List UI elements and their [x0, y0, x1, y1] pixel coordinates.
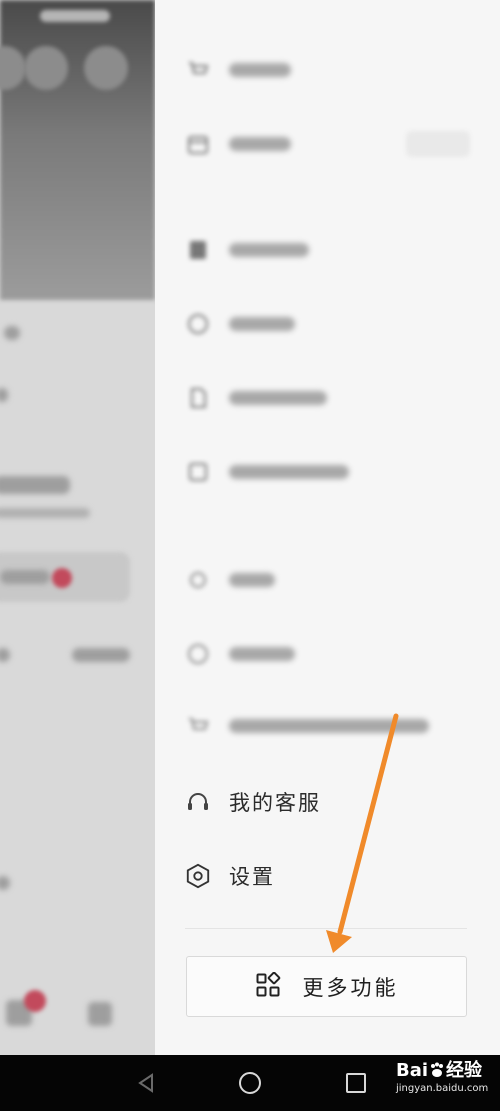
blurred-label: [229, 63, 291, 77]
chat-icon: [185, 641, 211, 667]
grid-apps-icon: [255, 971, 281, 1002]
calendar-icon: [185, 131, 211, 157]
circle-icon: [185, 311, 211, 337]
menu-item-blurred[interactable]: [185, 50, 485, 90]
menu-item-label: 设置: [229, 865, 275, 889]
headset-icon: [185, 789, 211, 815]
menu-item-blurred[interactable]: [185, 706, 485, 746]
tab-icon: [88, 1002, 112, 1026]
menu-item-blurred[interactable]: [185, 230, 485, 270]
blurred-text: [72, 648, 130, 662]
blurred-label: [229, 573, 275, 587]
document-icon: [185, 385, 211, 411]
more-features-button[interactable]: 更多功能: [186, 956, 467, 1017]
menu-item-customer-service[interactable]: 我的客服: [185, 782, 485, 822]
blurred-label: [229, 391, 327, 405]
watermark-brand-suffix: 经验: [446, 1060, 483, 1081]
blurred-label: [229, 317, 295, 331]
menu-item-blurred[interactable]: [185, 304, 485, 344]
bottom-tab-bar: [0, 960, 155, 1055]
recents-square-icon[interactable]: [344, 1071, 368, 1095]
notification-dot: [52, 568, 72, 588]
divider: [185, 928, 467, 929]
blurred-text: [0, 648, 10, 662]
baidu-jingyan-watermark: Bai 经验 jingyan.baidu.com: [396, 1060, 492, 1108]
blurred-text: [4, 326, 20, 340]
blurred-text: [0, 570, 50, 584]
watermark-url: jingyan.baidu.com: [396, 1083, 489, 1094]
hexagon-settings-icon: [185, 863, 211, 889]
background-app-content: [0, 0, 155, 1055]
blurred-badge: [406, 131, 470, 157]
profile-header-background: [0, 0, 155, 300]
cart-icon: [185, 713, 211, 739]
menu-item-label: 我的客服: [229, 791, 321, 815]
blurred-label: [229, 243, 309, 257]
blurred-label: [229, 647, 295, 661]
menu-item-blurred[interactable]: [185, 560, 485, 600]
paw-icon: [428, 1062, 446, 1078]
blurred-subtitle: [0, 508, 90, 518]
blurred-text: [0, 388, 8, 402]
book-icon: [185, 237, 211, 263]
header-circle-icon: [84, 46, 128, 90]
blurred-label: [229, 465, 349, 479]
blurred-label: [229, 719, 429, 733]
menu-item-blurred[interactable]: [185, 378, 485, 418]
cart-icon: [185, 57, 211, 83]
watermark-brand: Bai: [396, 1060, 429, 1081]
side-drawer-menu: 我的客服 设置 更多功能: [155, 0, 500, 1055]
status-bar: [40, 10, 110, 22]
menu-item-blurred[interactable]: [185, 634, 485, 674]
header-circle-icon: [24, 46, 68, 90]
more-features-label: 更多功能: [302, 975, 399, 1000]
menu-item-blurred[interactable]: [185, 452, 485, 492]
star-icon: [185, 567, 211, 593]
blurred-label: [229, 137, 291, 151]
blurred-text: [0, 876, 10, 890]
notification-dot: [24, 990, 46, 1012]
menu-item-settings[interactable]: 设置: [185, 856, 485, 896]
back-triangle-icon[interactable]: [134, 1071, 158, 1095]
home-circle-icon[interactable]: [238, 1071, 262, 1095]
blurred-username: [0, 476, 70, 494]
square-icon: [185, 459, 211, 485]
